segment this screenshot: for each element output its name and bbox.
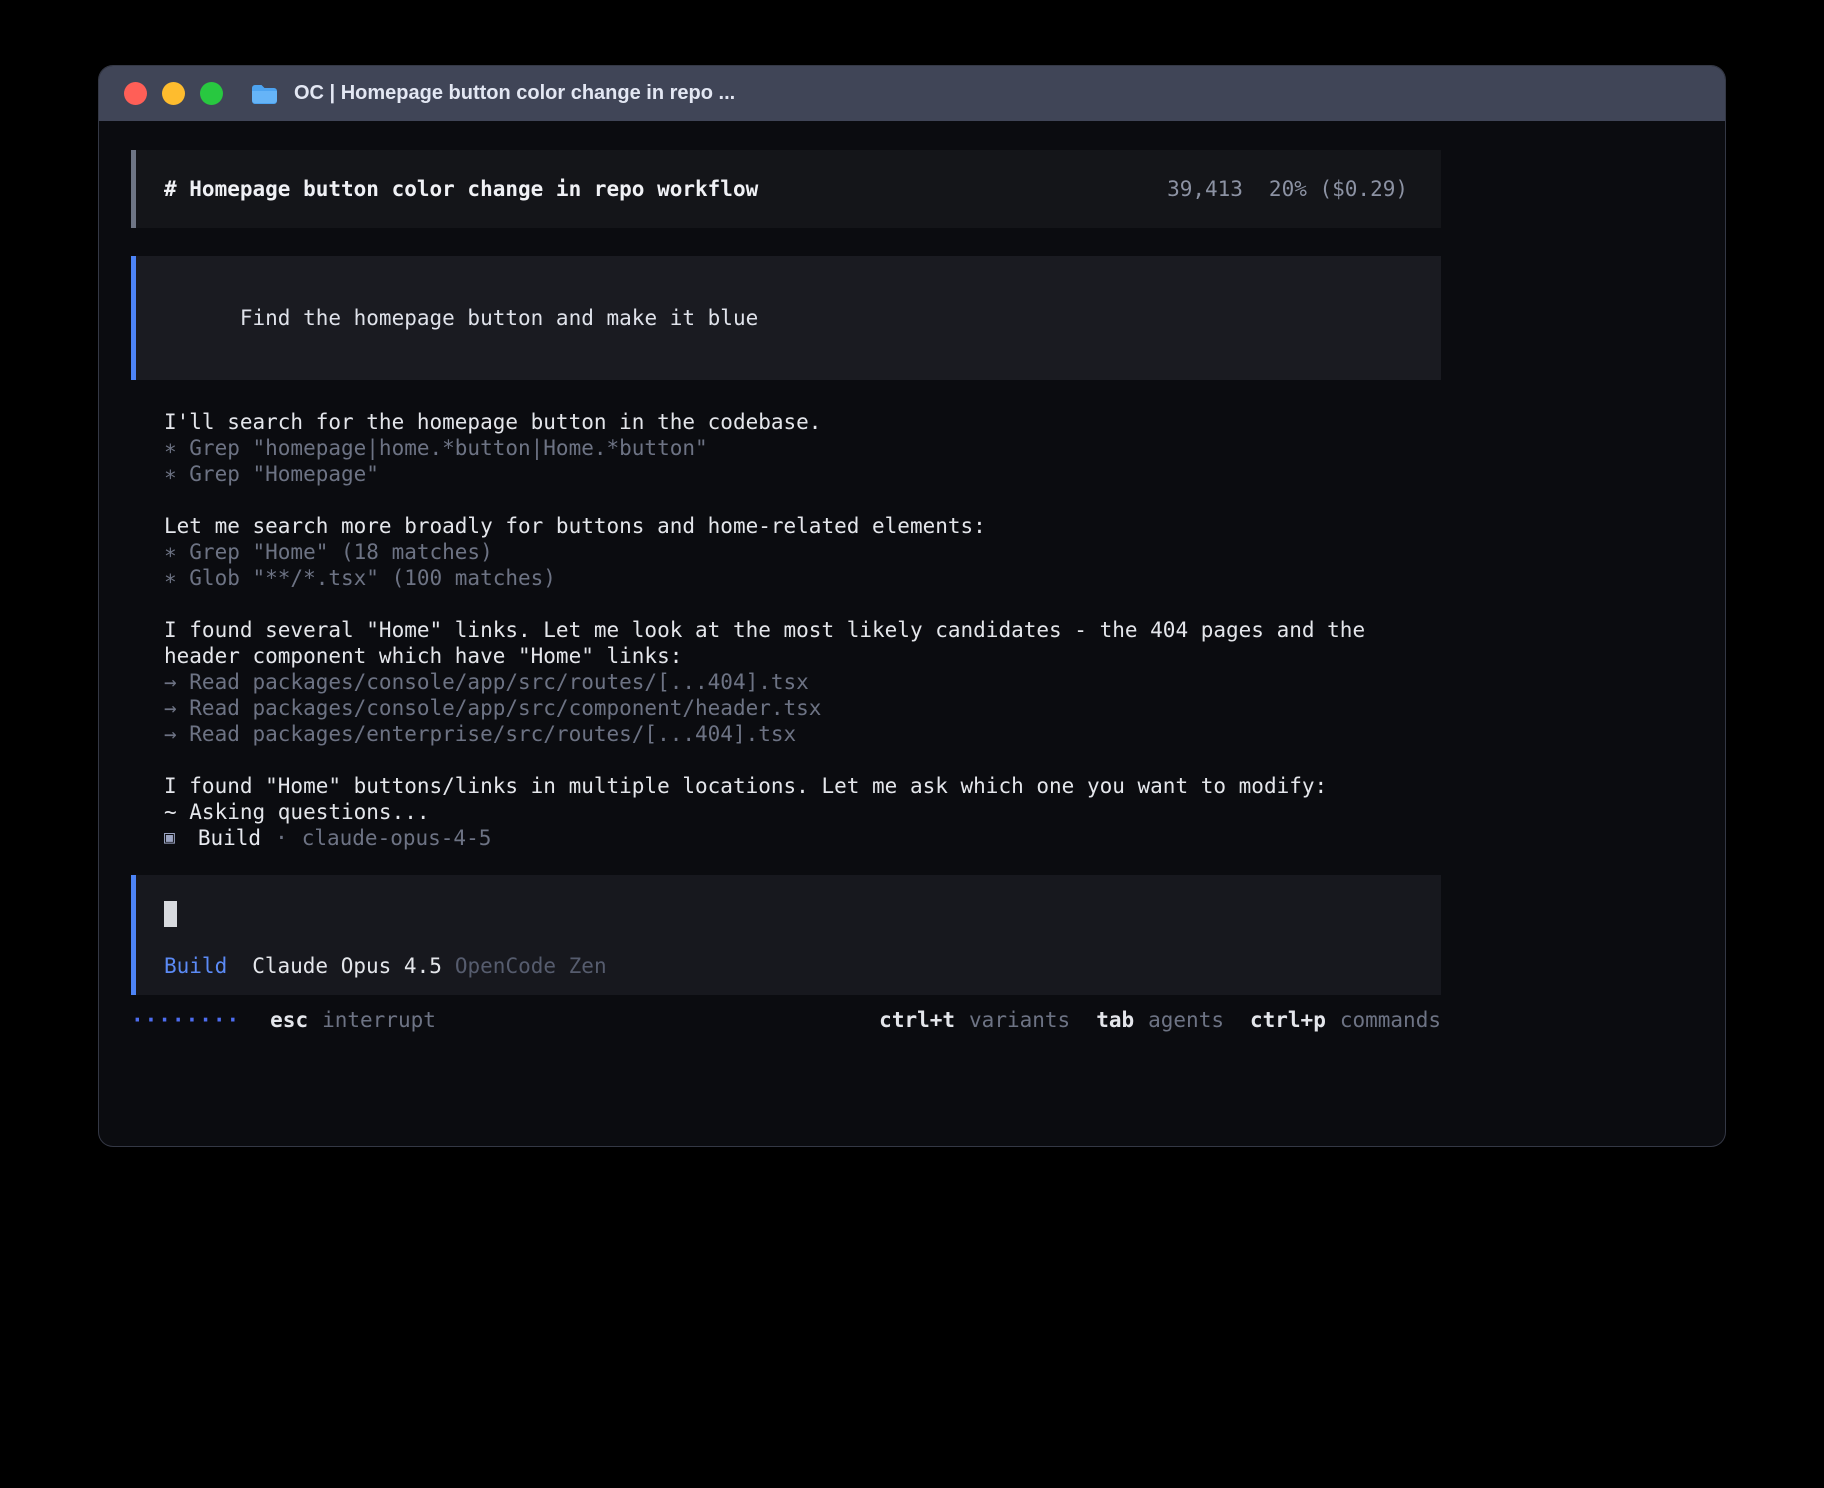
agent-status-line: ▣ Build · claude-opus-4-5	[164, 825, 1441, 851]
agent-icon: ▣	[164, 825, 175, 851]
tool-call-read: → Read packages/enterprise/src/routes/[.…	[164, 721, 1441, 747]
user-message: Find the homepage button and make it blu…	[131, 256, 1441, 380]
hint-key: ctrl+t	[879, 1007, 955, 1033]
esc-key-hint: esc	[270, 1007, 308, 1033]
esc-key-label: interrupt	[322, 1007, 436, 1033]
tool-call-glob: ∗ Glob "**/*.tsx" (100 matches)	[164, 565, 1441, 591]
assistant-status: ~ Asking questions...	[164, 799, 1441, 825]
session-stats: 39,413 20% ($0.29)	[1167, 176, 1408, 202]
window-title: OC | Homepage button color change in rep…	[294, 82, 735, 105]
tool-call-grep: ∗ Grep "Homepage"	[164, 461, 1441, 487]
active-agent: Build	[164, 953, 227, 979]
provider-name: OpenCode Zen	[455, 953, 607, 979]
assistant-paragraph: I found "Home" buttons/links in multiple…	[164, 773, 1441, 799]
hint-agents: tab agents	[1096, 1007, 1224, 1033]
input-status-line: Build Claude Opus 4.5 OpenCode Zen	[164, 953, 1408, 979]
active-model: Claude Opus 4.5	[252, 953, 442, 979]
hint-key: tab	[1096, 1007, 1134, 1033]
tool-call-group: ∗ Grep "homepage|home.*button|Home.*butt…	[164, 435, 1441, 487]
hint-label: commands	[1340, 1007, 1441, 1033]
hint-label: variants	[969, 1007, 1070, 1033]
tool-call-read: → Read packages/console/app/src/routes/[…	[164, 669, 1441, 695]
agent-separator: ·	[275, 825, 288, 851]
assistant-transcript: I'll search for the homepage button in t…	[164, 409, 1441, 851]
token-count: 39,413	[1167, 176, 1243, 202]
zoom-button[interactable]	[200, 82, 223, 105]
folder-icon	[251, 83, 278, 105]
assistant-paragraph: Let me search more broadly for buttons a…	[164, 513, 1441, 539]
hint-label: agents	[1148, 1007, 1224, 1033]
spinner-dots: ········	[131, 1007, 240, 1033]
assistant-paragraph: I'll search for the homepage button in t…	[164, 409, 1441, 435]
terminal-window: OC | Homepage button color change in rep…	[99, 66, 1725, 1146]
status-bar: ········ esc interrupt ctrl+t variants t…	[131, 1007, 1441, 1033]
prompt-input[interactable]: Build Claude Opus 4.5 OpenCode Zen	[131, 875, 1441, 995]
tool-call-read: → Read packages/console/app/src/componen…	[164, 695, 1441, 721]
tool-call-grep: ∗ Grep "homepage|home.*button|Home.*butt…	[164, 435, 1441, 461]
agent-name: Build	[198, 825, 261, 851]
tool-call-group: ∗ Grep "Home" (18 matches) ∗ Glob "**/*.…	[164, 539, 1441, 591]
agent-model: claude-opus-4-5	[302, 825, 492, 851]
hint-commands: ctrl+p commands	[1250, 1007, 1441, 1033]
assistant-paragraph: I found several "Home" links. Let me loo…	[164, 617, 1441, 669]
user-message-text: Find the homepage button and make it blu…	[240, 306, 758, 330]
text-cursor	[164, 901, 177, 927]
hint-key: ctrl+p	[1250, 1007, 1326, 1033]
traffic-lights	[124, 82, 223, 105]
status-bar-left: ········ esc interrupt	[131, 1007, 436, 1033]
minimize-button[interactable]	[162, 82, 185, 105]
session-title: # Homepage button color change in repo w…	[164, 176, 758, 202]
window-titlebar[interactable]: OC | Homepage button color change in rep…	[99, 66, 1725, 121]
context-cost: 20% ($0.29)	[1269, 176, 1408, 202]
session-header: # Homepage button color change in repo w…	[131, 150, 1441, 228]
terminal-content: # Homepage button color change in repo w…	[99, 121, 1725, 1033]
status-bar-right: ctrl+t variants tab agents ctrl+p comman…	[879, 1007, 1441, 1033]
tool-call-grep: ∗ Grep "Home" (18 matches)	[164, 539, 1441, 565]
hint-variants: ctrl+t variants	[879, 1007, 1070, 1033]
close-button[interactable]	[124, 82, 147, 105]
read-call-group: → Read packages/console/app/src/routes/[…	[164, 669, 1441, 747]
